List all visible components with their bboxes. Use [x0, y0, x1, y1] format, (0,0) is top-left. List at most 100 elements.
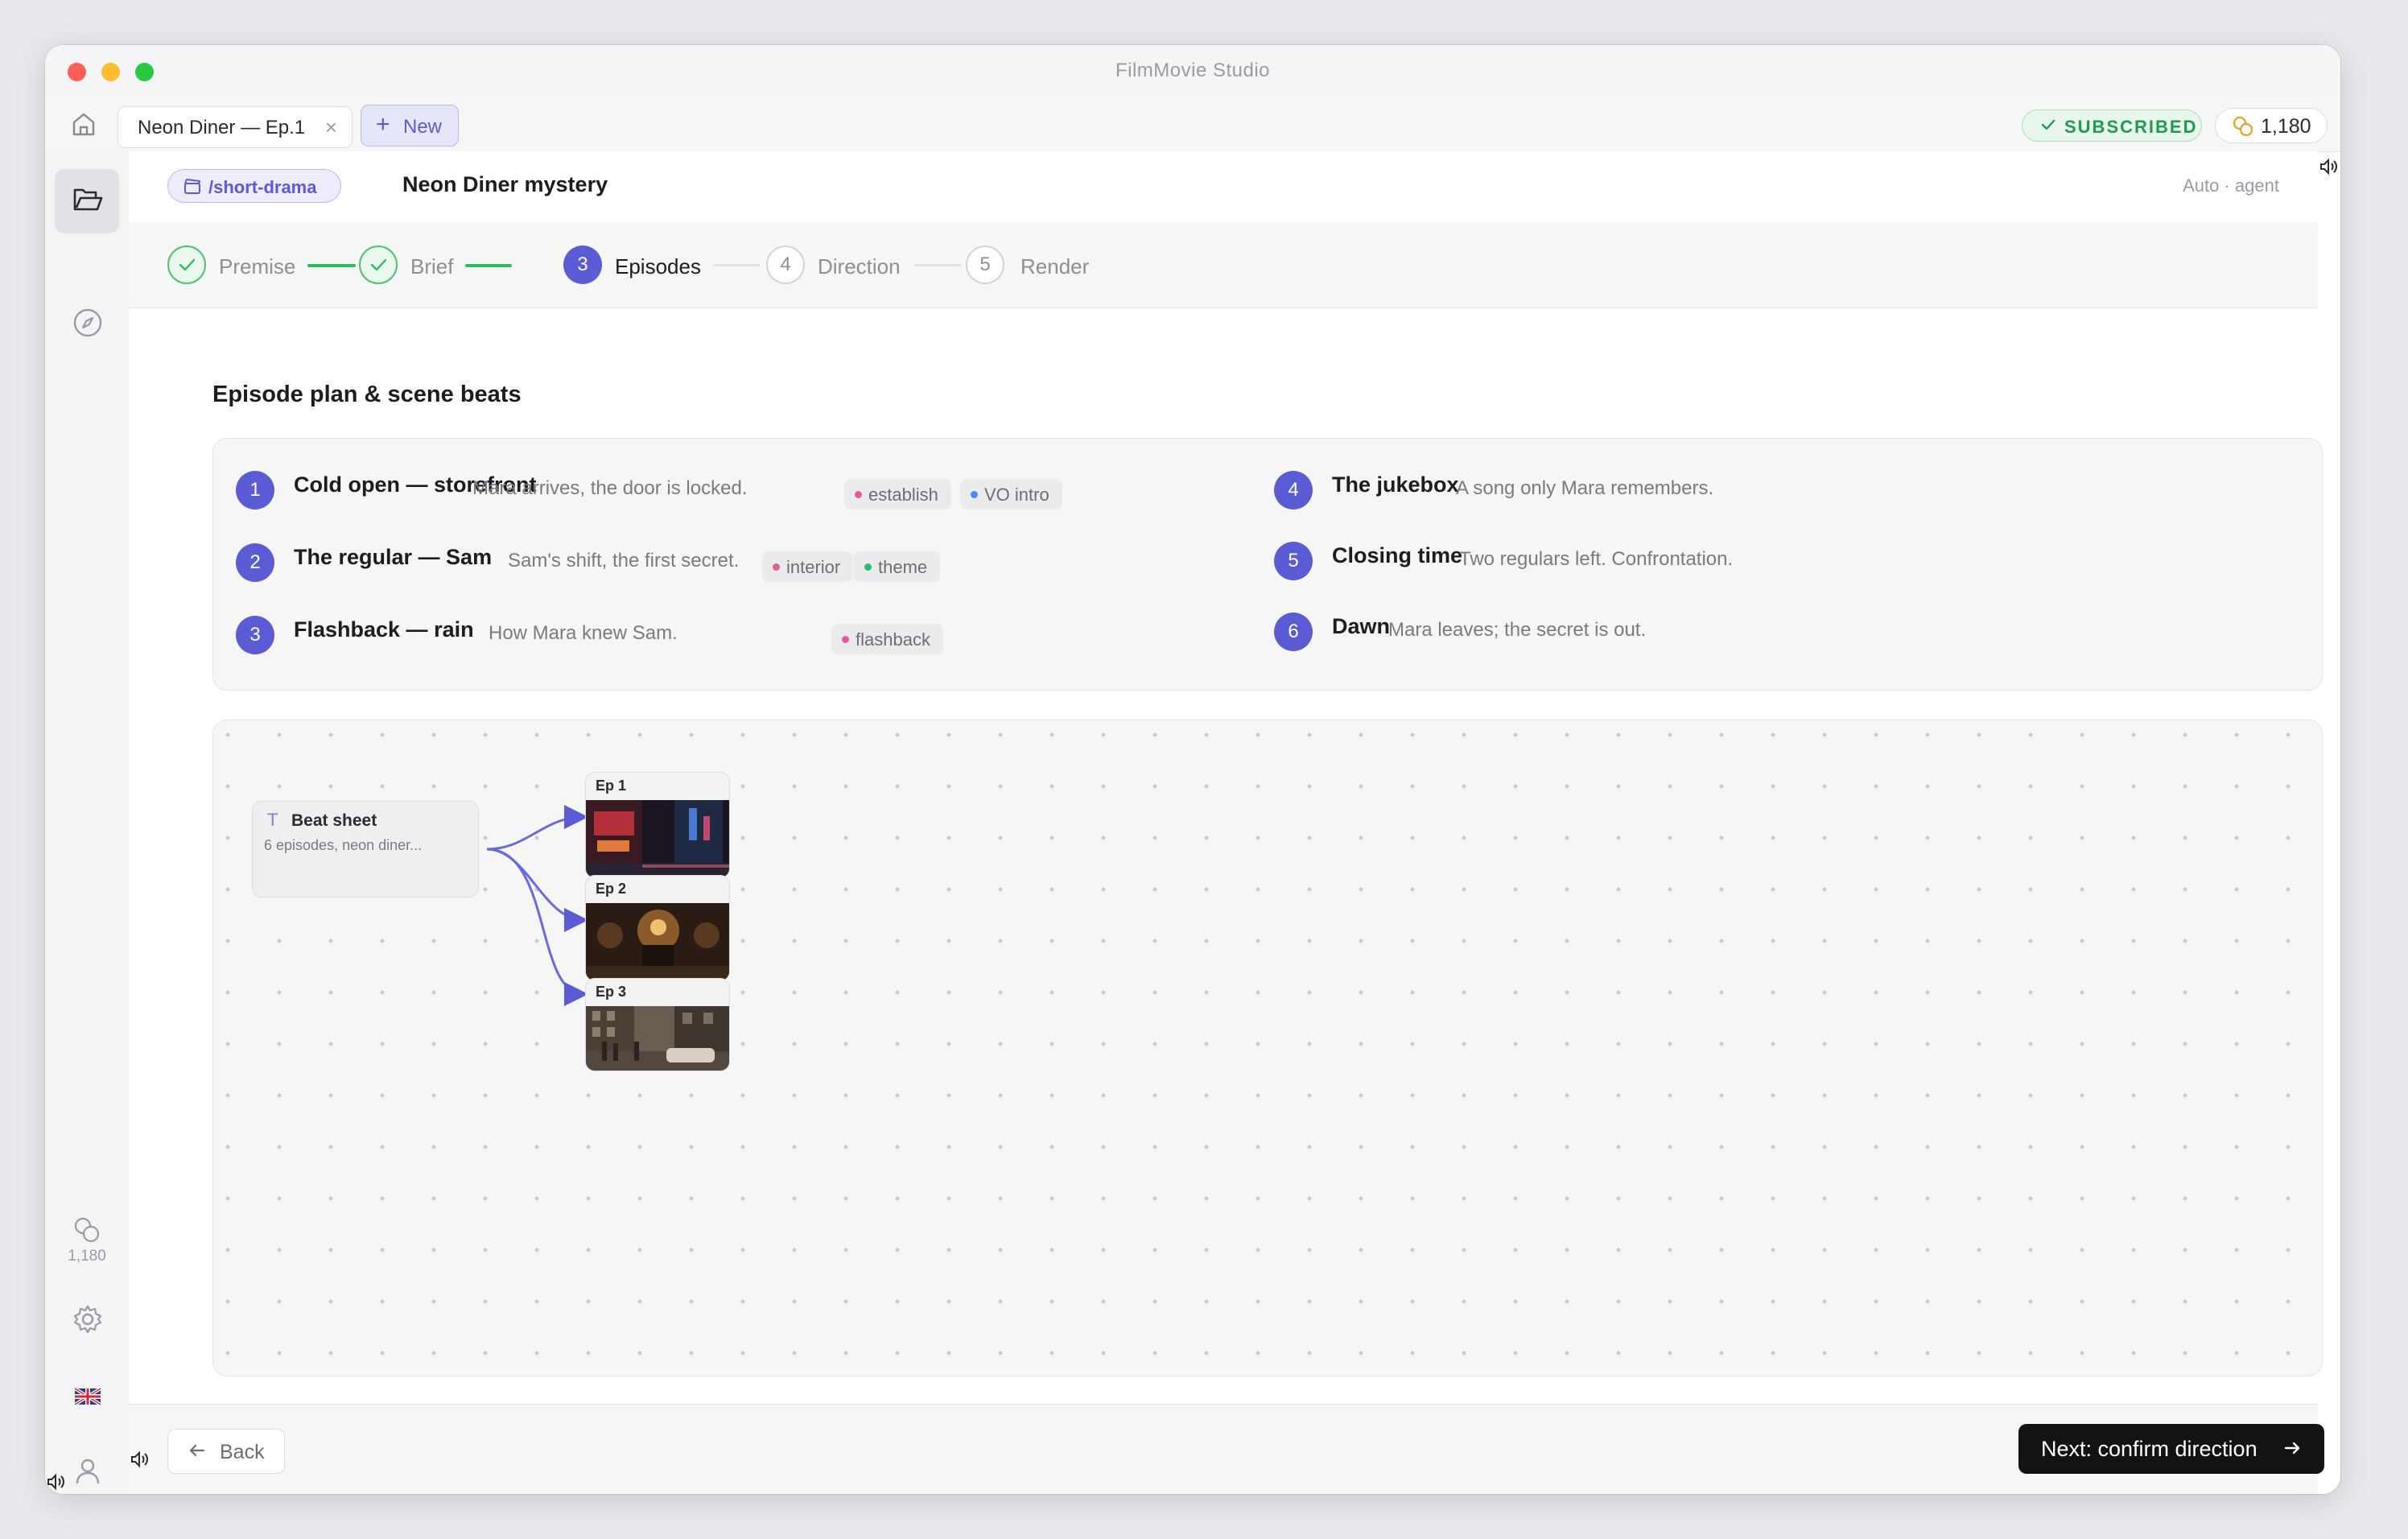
- tag-label: establish: [868, 485, 938, 505]
- back-button[interactable]: Back: [167, 1429, 285, 1474]
- beat-tag[interactable]: establish: [844, 479, 951, 510]
- new-tab-button[interactable]: + New: [361, 105, 459, 146]
- episode-node-2[interactable]: Ep 2: [585, 875, 730, 981]
- episode-node-1[interactable]: Ep 1: [585, 772, 730, 878]
- tag-label: theme: [878, 557, 928, 577]
- subscription-label: SUBSCRIBED: [2064, 117, 2198, 137]
- beat-title: The jukebox: [1332, 472, 1459, 497]
- credits-badge[interactable]: 1,180: [2215, 108, 2328, 143]
- episode-node-3[interactable]: Ep 3: [585, 978, 730, 1071]
- project-title: Neon Diner mystery: [402, 172, 608, 196]
- sidebar: 1,180: [45, 151, 130, 1494]
- clapperboard-icon: [184, 179, 200, 194]
- tab-bar: Neon Diner — Ep.1 × + New SUBSCRIBED 1,1…: [45, 97, 2340, 152]
- subscription-badge: SUBSCRIBED: [2022, 109, 2202, 142]
- window-title: FilmMovie Studio: [1115, 60, 1271, 81]
- title-bar: FilmMovie Studio: [45, 45, 2340, 97]
- credits-count: 1,180: [2261, 115, 2311, 138]
- main-panel: /short-drama Neon Diner mystery Auto · a…: [129, 151, 2324, 1494]
- connection-edge: [486, 848, 588, 932]
- project-header: /short-drama Neon Diner mystery Auto · a…: [129, 151, 2318, 223]
- episode-thumbnail: [586, 903, 729, 980]
- step-premise-label[interactable]: Premise: [219, 254, 295, 279]
- beat-number: 1: [236, 471, 274, 510]
- beat-description: Two regulars left. Confrontation.: [1459, 548, 1734, 570]
- beat-number: 5: [1274, 542, 1313, 580]
- connection-edge: [486, 805, 588, 851]
- tag-label: VO intro: [984, 485, 1049, 505]
- step-brief-label[interactable]: Brief: [410, 254, 453, 279]
- home-icon[interactable]: [68, 108, 100, 140]
- mode-label: Auto · agent: [2183, 175, 2279, 196]
- beat-sheet-node[interactable]: T Beat sheet 6 episodes, neon diner...: [252, 801, 479, 897]
- beat-description: Sam's shift, the first secret.: [508, 550, 740, 571]
- uk-flag-icon[interactable]: [71, 1380, 105, 1413]
- step-connector: [914, 264, 961, 266]
- step-direction-label[interactable]: Direction: [818, 254, 901, 279]
- speaker-icon: [47, 1473, 64, 1491]
- next-label: Next: confirm direction: [2041, 1437, 2258, 1461]
- beat-sheet-subtitle: 6 episodes, neon diner...: [264, 837, 423, 853]
- beat-title: Flashback — rain: [294, 617, 474, 642]
- beat-tag[interactable]: flashback: [831, 624, 943, 654]
- close-tab-icon[interactable]: ×: [325, 115, 337, 140]
- credits-icon[interactable]: [71, 1214, 105, 1248]
- beat-description: How Mara knew Sam.: [489, 622, 678, 644]
- app-window: FilmMovie Studio Neon Diner — Ep.1 × + N…: [45, 45, 2340, 1494]
- episode-thumbnail: [586, 1006, 729, 1071]
- tag-label: interior: [786, 557, 841, 577]
- new-tab-label: New: [403, 116, 443, 138]
- episode-label: Ep 2: [596, 881, 627, 897]
- tag-dot: [842, 636, 849, 643]
- beat-number: 6: [1274, 613, 1313, 651]
- tab-neon-diner[interactable]: Neon Diner — Ep.1 ×: [118, 106, 353, 148]
- beat-title: Closing time: [1332, 543, 1463, 567]
- beat-description: Mara arrives, the door is locked.: [472, 477, 748, 499]
- episode-thumbnail: [586, 800, 729, 877]
- tab-label: Neon Diner — Ep.1: [138, 117, 306, 138]
- step-render-number[interactable]: 5: [966, 245, 1004, 284]
- beat-title: Dawn: [1332, 614, 1391, 638]
- beat-title: The regular — Sam: [294, 545, 493, 569]
- user-icon[interactable]: [71, 1454, 105, 1487]
- beat-tag[interactable]: theme: [854, 551, 941, 582]
- beat-tag[interactable]: VO intro: [960, 479, 1062, 510]
- episode-label: Ep 1: [596, 778, 627, 794]
- text-icon: T: [267, 810, 278, 830]
- step-episodes-label[interactable]: Episodes: [615, 254, 701, 279]
- next-confirm-direction-button[interactable]: Next: confirm direction: [2018, 1424, 2324, 1474]
- step-progress: Premise Brief 3 Episodes 4 Direction 5 R…: [129, 222, 2318, 308]
- tag-label: flashback: [856, 629, 930, 650]
- episode-label: Ep 3: [596, 984, 627, 1000]
- gear-icon[interactable]: [71, 1302, 105, 1336]
- beat-number: 3: [236, 616, 274, 654]
- coins-icon: [2233, 116, 2253, 137]
- beat-sheet-title: Beat sheet: [291, 811, 377, 830]
- connection-edge: [486, 848, 588, 1006]
- tag-dot: [971, 491, 978, 498]
- tag-dot: [855, 491, 862, 498]
- arrow-right-icon: [2284, 1442, 2300, 1454]
- step-brief-check-icon[interactable]: [359, 245, 398, 284]
- step-premise-check-icon[interactable]: [167, 245, 206, 284]
- step-connector: [307, 264, 356, 267]
- beat-description: Mara leaves; the secret is out.: [1388, 619, 1647, 641]
- step-connector: [465, 264, 512, 267]
- command-chip[interactable]: /short-drama: [167, 169, 341, 203]
- node-canvas[interactable]: T Beat sheet 6 episodes, neon diner... E…: [212, 720, 2323, 1376]
- compass-icon[interactable]: [71, 306, 105, 340]
- beats-panel: 1 Cold open — storefront Mara arrives, t…: [212, 438, 2323, 691]
- section-title: Episode plan & scene beats: [212, 382, 522, 407]
- step-episodes-number[interactable]: 3: [563, 245, 602, 284]
- beat-number: 4: [1274, 471, 1313, 510]
- beat-tag[interactable]: interior: [762, 551, 854, 582]
- speaker-icon: [131, 1450, 148, 1468]
- back-label: Back: [220, 1441, 265, 1463]
- beat-description: A song only Mara remembers.: [1456, 477, 1714, 499]
- step-direction-number[interactable]: 4: [766, 245, 805, 284]
- step-connector: [713, 264, 760, 266]
- command-label: /short-drama: [208, 177, 317, 197]
- speaker-icon: [2320, 158, 2337, 175]
- step-render-label[interactable]: Render: [1021, 254, 1089, 279]
- arrow-left-icon: [189, 1444, 205, 1457]
